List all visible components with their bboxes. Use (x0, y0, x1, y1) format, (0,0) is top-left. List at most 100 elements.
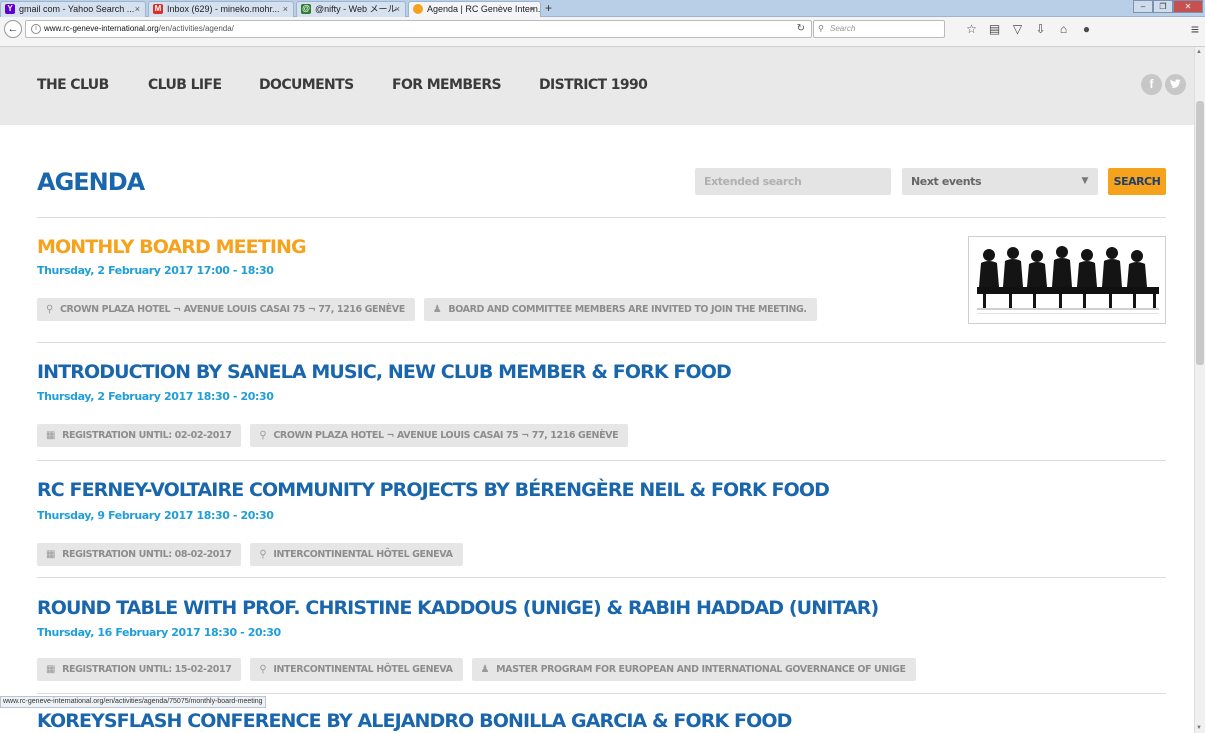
facebook-icon[interactable]: f (1141, 74, 1162, 95)
nav-club-life[interactable]: CLUB LIFE (148, 77, 222, 93)
tab-nifty-webmail[interactable]: @ @nifty - Web メール × (296, 1, 406, 17)
url-host: www.rc-geneve-international.org (44, 24, 159, 33)
tab-agenda[interactable]: Agenda | RC Genève Intern... × (408, 1, 541, 17)
event-registration-tag: ▦ REGISTRATION UNTIL: 15-02-2017 (37, 658, 242, 681)
close-tab-icon[interactable]: × (135, 2, 140, 16)
tab-label: gmail com - Yahoo Search ... (19, 4, 135, 14)
tag-text: BOARD AND COMMITTEE MEMBERS ARE INVITED … (448, 304, 807, 315)
scrollbar-thumb[interactable] (1196, 101, 1204, 365)
tag-text: INTERCONTINENTAL HÔTEL GENEVA (273, 549, 453, 560)
url-path: /en/activities/agenda/ (158, 24, 234, 33)
event-date: Thursday, 16 February 2017 18:30 - 20:30 (37, 626, 281, 639)
extended-search-input[interactable] (695, 168, 891, 195)
caret-down-icon: ▼ (1081, 176, 1088, 186)
event-title-link[interactable]: ROUND TABLE WITH PROF. CHRISTINE KADDOUS… (37, 597, 879, 619)
site-navigation: THE CLUB CLUB LIFE DOCUMENTS FOR MEMBERS… (0, 47, 1194, 125)
nav-documents[interactable]: DOCUMENTS (259, 77, 354, 93)
location-pin-icon: ⚲ (259, 549, 267, 560)
bookmarks-library-icon[interactable]: ▤ (983, 20, 1006, 38)
location-pin-icon: ⚲ (46, 304, 53, 315)
close-window-button[interactable]: ✕ (1173, 0, 1203, 13)
tag-text: REGISTRATION UNTIL: 08-02-2017 (62, 549, 232, 560)
event-tags: ▦ REGISTRATION UNTIL: 15-02-2017 ⚲ INTER… (37, 658, 916, 681)
event-title-link[interactable]: KOREYSFLASH CONFERENCE BY ALEJANDRO BONI… (37, 710, 792, 732)
navigation-toolbar: ← i www.rc-geneve-international.org/en/a… (0, 17, 1205, 47)
address-bar[interactable]: i www.rc-geneve-international.org/en/act… (25, 20, 812, 38)
event-date: Thursday, 2 February 2017 17:00 - 18:30 (37, 264, 274, 277)
event-audience-tag: ♟ BOARD AND COMMITTEE MEMBERS ARE INVITE… (423, 298, 817, 321)
event-date: Thursday, 9 February 2017 18:30 - 20:30 (37, 509, 274, 522)
event-location-tag: ⚲ CROWN PLAZA HOTEL ¬ AVENUE LOUIS CASAI… (37, 298, 415, 321)
event-location-tag: ⚲ CROWN PLAZA HOTEL ¬ AVENUE LOUIS CASAI… (250, 424, 629, 447)
close-tab-icon[interactable]: × (395, 2, 400, 16)
board-meeting-image[interactable] (968, 236, 1166, 324)
gmail-favicon-icon: M (153, 4, 163, 14)
tag-text: REGISTRATION UNTIL: 02-02-2017 (62, 430, 232, 441)
nav-district-1990[interactable]: DISTRICT 1990 (539, 77, 648, 93)
tag-text: MASTER PROGRAM FOR EUROPEAN AND INTERNAT… (496, 664, 906, 675)
event-title-link[interactable]: MONTHLY BOARD MEETING (37, 236, 307, 258)
home-icon[interactable]: ⌂ (1052, 20, 1075, 38)
event-tags: ▦ REGISTRATION UNTIL: 02-02-2017 ⚲ CROWN… (37, 424, 629, 447)
event-filter-value: Next events (911, 175, 982, 188)
tab-label: @nifty - Web メール (315, 4, 397, 14)
downloads-icon[interactable]: ⇩ (1029, 20, 1052, 38)
tab-label: Agenda | RC Genève Intern... (427, 4, 541, 14)
event-tags: ▦ REGISTRATION UNTIL: 08-02-2017 ⚲ INTER… (37, 543, 463, 566)
divider (37, 577, 1166, 578)
tag-text: INTERCONTINENTAL HÔTEL GENEVA (273, 664, 453, 675)
nav-for-members[interactable]: FOR MEMBERS (392, 77, 502, 93)
event-filter-select[interactable]: Next events ▼ (902, 168, 1098, 195)
twitter-icon[interactable] (1165, 74, 1186, 95)
bookmark-star-icon[interactable]: ☆ (960, 20, 983, 38)
status-bar-link-preview: www.rc-geneve-international.org/en/activ… (0, 696, 266, 708)
user-icon: ♟ (432, 304, 442, 315)
back-button[interactable]: ← (4, 20, 22, 38)
page-title: AGENDA (37, 168, 145, 196)
divider (37, 342, 1166, 343)
user-icon: ♟ (480, 664, 490, 675)
scroll-down-icon[interactable]: ▼ (1196, 725, 1202, 731)
search-button[interactable]: SEARCH (1108, 168, 1166, 195)
location-pin-icon: ⚲ (259, 430, 267, 441)
scroll-up-icon[interactable]: ▲ (1196, 49, 1202, 55)
info-icon[interactable]: i (31, 24, 41, 34)
event-registration-tag: ▦ REGISTRATION UNTIL: 08-02-2017 (37, 543, 242, 566)
event-location-tag: ⚲ INTERCONTINENTAL HÔTEL GENEVA (250, 658, 463, 681)
page-scrollbar[interactable]: ▲ ▼ (1194, 47, 1205, 733)
event-title-link[interactable]: RC FERNEY-VOLTAIRE COMMUNITY PROJECTS BY… (37, 479, 830, 501)
close-tab-icon[interactable]: × (530, 2, 535, 16)
close-tab-icon[interactable]: × (283, 2, 288, 16)
window-controls: – ❐ ✕ (1133, 0, 1203, 14)
divider (37, 217, 1166, 218)
page-viewport: THE CLUB CLUB LIFE DOCUMENTS FOR MEMBERS… (0, 47, 1194, 733)
new-tab-button[interactable]: + (545, 1, 552, 15)
divider (37, 460, 1166, 461)
event-registration-tag: ▦ REGISTRATION UNTIL: 02-02-2017 (37, 424, 242, 447)
search-placeholder: Search (830, 24, 856, 33)
restore-button[interactable]: ❐ (1153, 0, 1173, 13)
hamburger-menu-icon[interactable]: ≡ (1191, 20, 1199, 38)
yahoo-favicon-icon: Y (5, 4, 15, 14)
tag-text: CROWN PLAZA HOTEL ¬ AVENUE LOUIS CASAI 7… (59, 304, 405, 315)
minimize-button[interactable]: – (1133, 0, 1153, 13)
divider (37, 693, 1166, 694)
nav-the-club[interactable]: THE CLUB (37, 77, 109, 93)
event-tags: ⚲ CROWN PLAZA HOTEL ¬ AVENUE LOUIS CASAI… (37, 298, 817, 321)
location-pin-icon: ⚲ (259, 664, 267, 675)
event-title-link[interactable]: INTRODUCTION BY SANELA MUSIC, NEW CLUB M… (37, 361, 732, 383)
tab-gmail-inbox[interactable]: M Inbox (629) - mineko.mohr... × (148, 1, 294, 17)
calendar-icon: ▦ (46, 664, 56, 675)
pocket-icon[interactable]: ▽ (1006, 20, 1029, 38)
event-organizer-tag: ♟ MASTER PROGRAM FOR EUROPEAN AND INTERN… (471, 658, 916, 681)
chat-icon[interactable]: ● (1075, 20, 1098, 38)
tab-label: Inbox (629) - mineko.mohr... (167, 4, 280, 14)
reload-icon[interactable]: ↻ (797, 21, 805, 37)
browser-search-field[interactable]: ⚲ Search (813, 20, 945, 38)
nifty-favicon-icon: @ (301, 4, 311, 14)
tab-bar: Y gmail com - Yahoo Search ... × M Inbox… (0, 0, 1205, 17)
meeting-silhouettes-illustration (969, 237, 1165, 323)
search-icon: ⚲ (818, 24, 824, 33)
tab-yahoo-search[interactable]: Y gmail com - Yahoo Search ... × (0, 1, 146, 17)
toolbar-icons: ☆ ▤ ▽ ⇩ ⌂ ● (960, 20, 1098, 38)
